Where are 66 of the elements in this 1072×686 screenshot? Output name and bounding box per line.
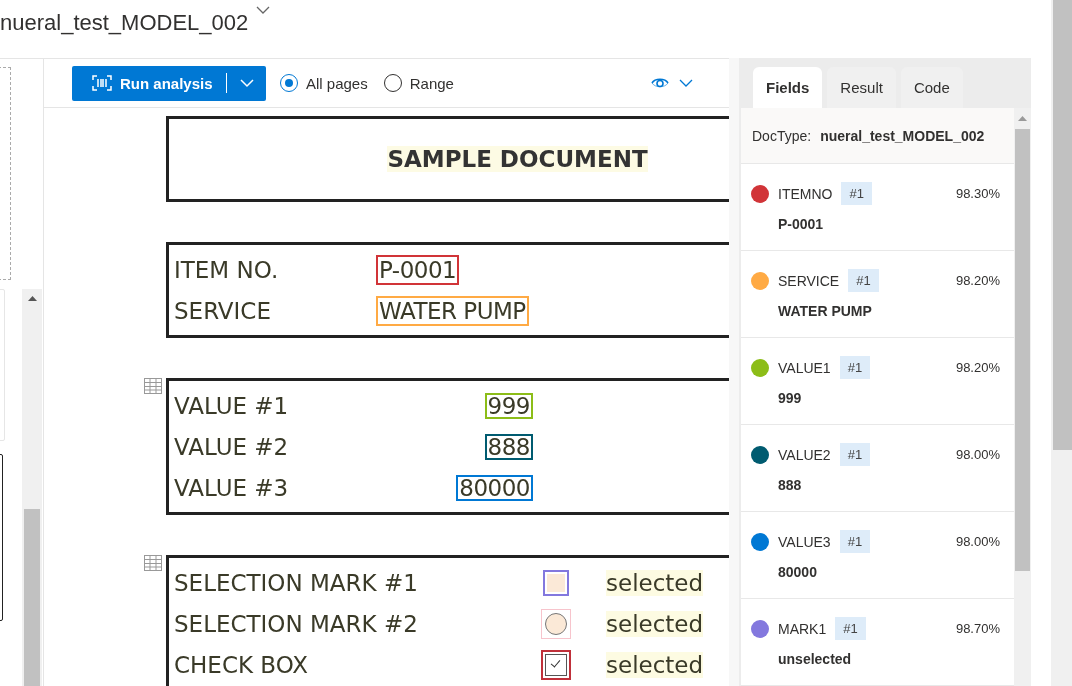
field-index-badge: #1	[839, 443, 871, 466]
field-name: ITEMNO	[778, 185, 833, 202]
field-value: 888	[777, 477, 803, 493]
field-confidence: 98.00%	[955, 447, 1000, 462]
document-label: VALUE #1	[174, 392, 290, 419]
document-label: SELECTION MARK #2	[174, 610, 419, 637]
field-value: WATER PUMP	[777, 303, 873, 319]
scroll-thumb[interactable]	[24, 509, 40, 686]
doctype-value: nueral_test_MODEL_002	[820, 127, 985, 144]
document-label: SERVICE	[174, 297, 272, 324]
document-label: VALUE #3	[174, 474, 290, 501]
scrollbar[interactable]	[1014, 108, 1031, 686]
field-value: 80000	[777, 564, 818, 580]
extracted-value[interactable]: WATER PUMP	[376, 295, 529, 326]
selection-state: selected	[606, 610, 704, 637]
field-name: VALUE1	[778, 359, 831, 376]
extracted-value[interactable]: P-0001	[376, 254, 460, 285]
selection-state: selected	[606, 569, 704, 596]
field-index-badge: #1	[848, 269, 879, 292]
panel-tab[interactable]: Result	[827, 67, 896, 108]
table-icon[interactable]	[144, 378, 162, 394]
scroll-up-icon[interactable]	[28, 296, 37, 301]
field-name: VALUE3	[778, 533, 831, 550]
chevron-down-icon[interactable]	[679, 78, 693, 88]
field-index-badge: #1	[839, 356, 871, 379]
scrollbar[interactable]	[22, 289, 42, 686]
scroll-thumb[interactable]	[1053, 0, 1072, 450]
eye-icon[interactable]	[651, 77, 669, 89]
checkbox-mark[interactable]	[541, 649, 571, 680]
field-name: SERVICE	[778, 272, 840, 289]
selection-mark[interactable]	[541, 608, 571, 639]
document-title: SAMPLE DOCUMENT	[387, 146, 648, 172]
extracted-value[interactable]: 888	[484, 433, 533, 460]
field-index-badge: #1	[841, 182, 872, 205]
selection-state: selected	[606, 651, 704, 678]
field-confidence: 98.30%	[955, 186, 1000, 201]
model-title: nueral_test_MODEL_002	[0, 10, 249, 36]
extracted-value[interactable]: 80000	[456, 474, 533, 501]
chevron-down-icon[interactable]	[256, 6, 271, 15]
field-index-badge: #1	[835, 617, 866, 640]
field-name: MARK1	[778, 620, 827, 637]
panel-tab[interactable]: Fields	[753, 67, 823, 108]
field-confidence: 98.70%	[955, 621, 1000, 636]
page-radio[interactable]: Range	[383, 74, 454, 92]
scrollbar[interactable]	[1051, 0, 1072, 686]
panel-tab[interactable]: Code	[900, 67, 963, 108]
document-label: ITEM NO.	[174, 256, 280, 283]
field-confidence: 98.00%	[955, 534, 1000, 549]
extracted-value[interactable]: 999	[484, 392, 533, 419]
field-confidence: 98.20%	[955, 360, 1000, 375]
table-icon[interactable]	[144, 555, 162, 571]
field-name: VALUE2	[778, 446, 831, 463]
field-index-badge: #1	[839, 530, 871, 553]
document-label: VALUE #2	[174, 433, 290, 460]
field-value: 999	[777, 390, 803, 406]
document-label: SELECTION MARK #1	[174, 569, 419, 596]
field-value: P-0001	[777, 216, 825, 232]
run-analysis-button[interactable]: Run analysis	[72, 65, 266, 101]
document-label: CHECK BOX	[174, 651, 310, 678]
doctype-label: DocType:	[752, 127, 812, 144]
scan-icon	[92, 75, 112, 91]
selection-mark[interactable]	[543, 569, 569, 596]
field-confidence: 98.20%	[955, 273, 1000, 288]
field-value: unselected	[777, 651, 853, 667]
scroll-thumb[interactable]	[1015, 129, 1030, 571]
page-radio[interactable]: All pages	[280, 74, 368, 92]
